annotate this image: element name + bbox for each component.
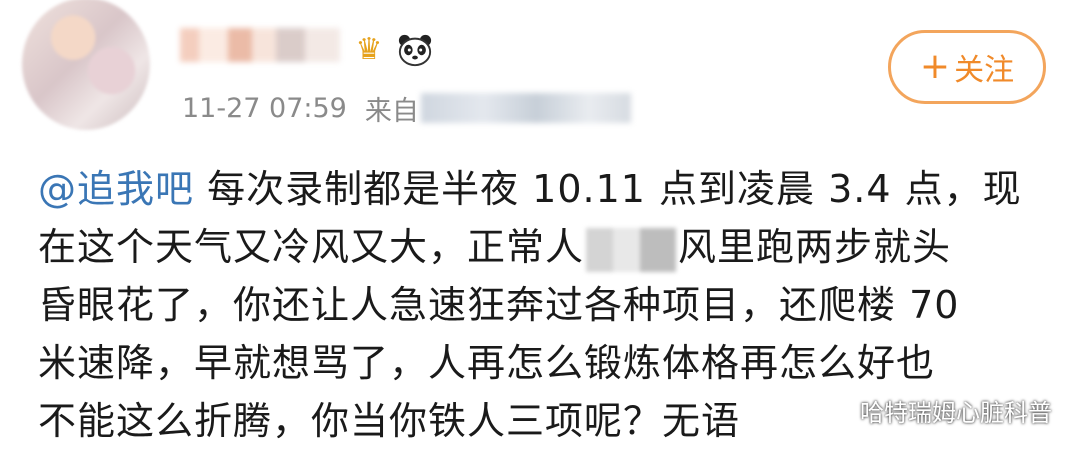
follow-button[interactable]: + 关注 — [888, 30, 1046, 104]
watermark: 哈特瑞姆心脏科普 — [824, 393, 1052, 428]
source-prefix: 来自 — [364, 95, 419, 127]
post-timestamp: 11-27 07:59 — [182, 92, 347, 124]
wechat-icon — [824, 399, 851, 420]
content-line: @追我吧 每次录制都是半夜 10.11 点到凌晨 3.4 点，现 — [38, 160, 1038, 218]
content-line: 米速降，早就想骂了，人再怎么锻炼体格再怎么好也 — [38, 341, 936, 385]
watermark-text: 哈特瑞姆心脏科普 — [860, 399, 1052, 427]
plus-icon: + — [919, 46, 951, 87]
content-text: 每次录制都是半夜 10.11 点到凌晨 3.4 点，现 — [194, 167, 1022, 211]
user-name-blurred[interactable] — [180, 28, 340, 62]
user-avatar[interactable] — [22, 0, 150, 130]
mention-link[interactable]: @追我吧 — [38, 167, 194, 211]
content-text: 在这个天气又冷风又大，正常人 — [38, 225, 585, 269]
follow-label: 关注 — [954, 53, 1015, 88]
source-blurred[interactable] — [420, 93, 631, 123]
post-meta: 11-27 07:59 来自 — [182, 88, 631, 128]
panda-icon — [398, 34, 432, 67]
content-line: 在这个天气又冷风又大，正常人 风里跑两步就头 — [38, 218, 1038, 276]
mosaic-censor — [586, 227, 677, 272]
crown-icon: ♛ — [355, 32, 383, 67]
content-text: 风里跑两步就头 — [678, 225, 952, 269]
content-line: 昏眼花了，你还让人急速狂奔过各种项目，还爬楼 70 — [38, 283, 960, 327]
